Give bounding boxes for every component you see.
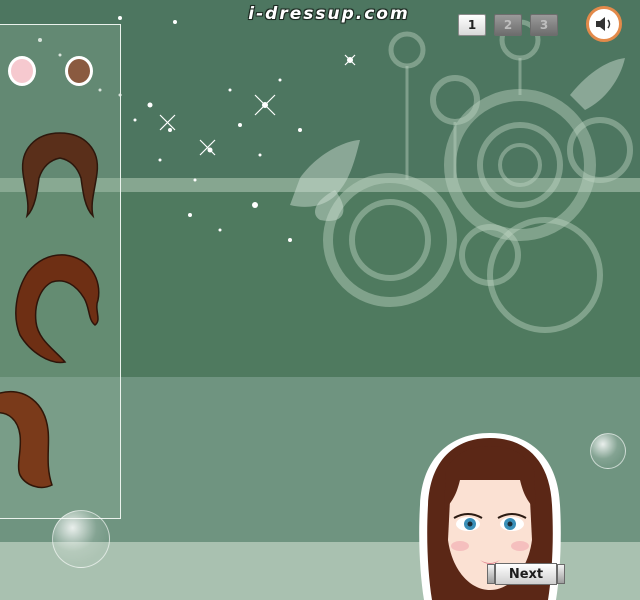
next-button-left-cap (487, 564, 495, 584)
decorative-bubble (590, 433, 626, 469)
hair-option-short-wavy[interactable] (15, 128, 105, 228)
game-stage: i-dressup.com 1 2 3 Next (0, 0, 640, 600)
page-3-button[interactable]: 3 (530, 14, 558, 36)
sound-toggle-button[interactable] (586, 6, 622, 42)
next-button-right-cap (557, 564, 565, 584)
hair-option-long-curly[interactable] (10, 250, 105, 370)
color-swatch-pink[interactable] (8, 56, 36, 86)
page-1-button[interactable]: 1 (458, 14, 486, 36)
page-selector: 1 2 3 (458, 12, 566, 38)
speaker-icon (596, 17, 611, 31)
page-2-button[interactable]: 2 (494, 14, 522, 36)
color-swatch-brown[interactable] (65, 56, 93, 86)
next-button-label: Next (495, 563, 557, 585)
decorative-bubble (52, 510, 110, 568)
hair-option-bob[interactable] (0, 385, 70, 495)
next-button[interactable]: Next (487, 563, 565, 585)
site-logo[interactable]: i-dressup.com (238, 4, 420, 28)
